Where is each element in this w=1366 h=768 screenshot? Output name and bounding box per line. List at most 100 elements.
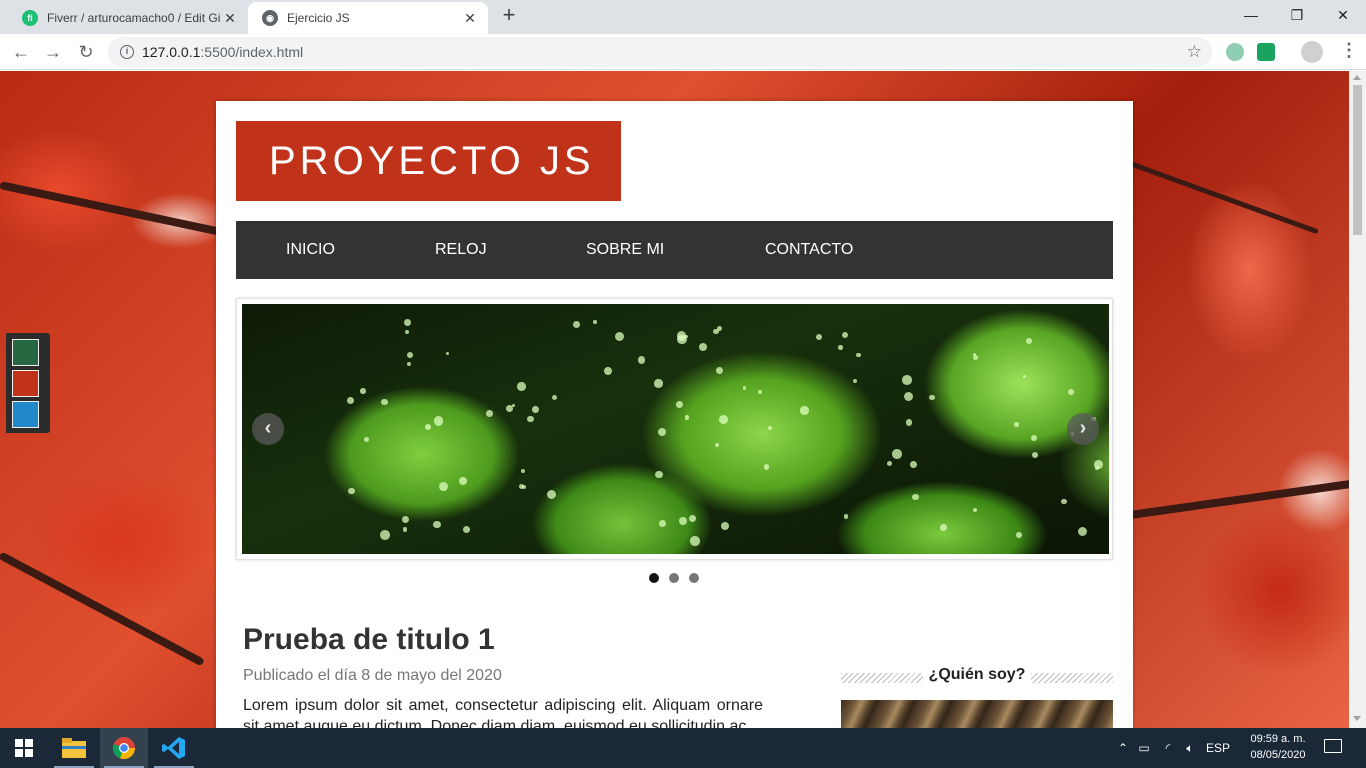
water-droplet (767, 426, 773, 431)
reload-icon[interactable]: ↻ (73, 39, 99, 65)
title-decoration (1031, 673, 1113, 683)
notifications-icon[interactable] (1324, 739, 1342, 753)
forward-arrow-icon[interactable]: → (40, 39, 66, 65)
minimize-button[interactable]: — (1228, 0, 1274, 30)
water-droplet (1060, 498, 1067, 505)
slider-dot[interactable] (689, 573, 699, 583)
water-droplet (886, 461, 892, 466)
sidebar-image (841, 700, 1113, 728)
water-droplet (433, 520, 442, 529)
slider-dot[interactable] (649, 573, 659, 583)
water-droplet (1077, 527, 1087, 537)
water-droplet (424, 423, 431, 430)
water-droplet (404, 318, 411, 326)
battery-icon[interactable]: ▭ (1131, 741, 1157, 755)
content-layout: PROYECTO JS INICIO RELOJ SOBRE MI CONTAC… (216, 101, 1133, 728)
water-droplet (655, 470, 663, 479)
theme-blue-button[interactable] (12, 401, 39, 428)
file-explorer-icon[interactable] (50, 728, 98, 768)
close-tab-icon[interactable]: ✕ (460, 10, 480, 27)
water-droplet (381, 398, 388, 406)
background-branch (0, 181, 226, 237)
menu-item-inicio[interactable]: INICIO (286, 221, 335, 279)
browser-toolbar: ← → ↻ i 127.0.0.1:5500/index.html ☆ ⋮ (0, 34, 1366, 70)
water-droplet (604, 367, 613, 376)
tab-title: Fiverr / arturocamacho0 / Edit Gi (47, 11, 220, 25)
wifi-icon[interactable]: ◜ (1157, 741, 1179, 755)
water-droplet (551, 395, 558, 401)
water-droplet (406, 351, 414, 358)
taskbar-clock[interactable]: 09:59 a. m. 08/05/2020 (1237, 731, 1319, 763)
back-arrow-icon[interactable]: ← (8, 39, 34, 65)
title-decoration (841, 673, 923, 683)
scroll-up-arrow-icon[interactable] (1353, 75, 1361, 80)
theme-red-button[interactable] (12, 370, 39, 397)
tab-ejercicio-js[interactable]: ◉ Ejercicio JS ✕ (248, 2, 488, 34)
water-droplet (843, 514, 849, 519)
slider-next-button[interactable]: › (1067, 413, 1099, 445)
water-droplet (973, 507, 978, 512)
article-title[interactable]: Prueba de titulo 1 (243, 623, 763, 657)
water-droplet (905, 418, 913, 426)
scrollbar-thumb[interactable] (1353, 85, 1362, 235)
water-droplet (505, 404, 514, 413)
language-indicator[interactable]: ESP (1201, 741, 1235, 755)
water-droplet (1013, 422, 1019, 427)
tab-fiverr[interactable]: fi Fiverr / arturocamacho0 / Edit Gi ✕ (8, 2, 248, 34)
chevron-up-icon[interactable]: ⌃ (1115, 741, 1131, 755)
water-droplet (404, 329, 410, 335)
water-droplet (698, 342, 708, 352)
water-droplet (615, 331, 625, 341)
sidebar-title-text: ¿Quién soy? (924, 666, 1030, 683)
water-droplet (718, 414, 728, 424)
extension-icon[interactable] (1226, 43, 1244, 61)
slider-prev-button[interactable]: ‹ (252, 413, 284, 445)
close-window-button[interactable]: ✕ (1320, 0, 1366, 30)
water-droplet (459, 476, 468, 485)
water-droplet (637, 356, 646, 364)
slider-pager (649, 573, 709, 583)
image-slider: ‹ › (236, 298, 1113, 560)
page-scrollbar[interactable] (1349, 71, 1366, 728)
article: Prueba de titulo 1 Publicado el día 8 de… (243, 623, 763, 728)
profile-avatar-icon[interactable] (1301, 41, 1323, 63)
shield-extension-icon[interactable] (1257, 43, 1275, 61)
windows-start-icon[interactable] (0, 728, 48, 768)
scroll-down-arrow-icon[interactable] (1353, 716, 1361, 721)
water-droplet (1026, 338, 1032, 344)
bookmark-star-icon[interactable]: ☆ (1187, 42, 1202, 62)
menu-kebab-icon[interactable]: ⋮ (1340, 40, 1358, 61)
water-droplet (757, 389, 762, 395)
water-droplet (364, 437, 369, 443)
article-date: Publicado el día 8 de mayo del 2020 (243, 667, 502, 684)
water-droplet (816, 333, 823, 340)
water-droplet (517, 382, 526, 391)
close-tab-icon[interactable]: ✕ (220, 10, 240, 27)
water-droplet (715, 366, 724, 375)
water-droplet (838, 345, 843, 350)
slider-dot[interactable] (669, 573, 679, 583)
water-droplet (407, 362, 412, 367)
new-tab-button[interactable]: + (497, 4, 521, 28)
background-branch (0, 551, 205, 667)
address-bar[interactable]: i 127.0.0.1:5500/index.html ☆ (108, 37, 1212, 67)
theme-green-button[interactable] (12, 339, 39, 366)
info-icon[interactable]: i (120, 45, 134, 59)
url-text[interactable]: 127.0.0.1:5500/index.html (142, 44, 1187, 60)
clock-time: 09:59 a. m. (1250, 733, 1306, 745)
restore-button[interactable]: ❐ (1274, 0, 1320, 30)
vscode-taskbar-icon[interactable] (150, 728, 198, 768)
main-menu: INICIO RELOJ SOBRE MI CONTACTO (236, 221, 1113, 279)
water-droplet (1023, 374, 1027, 378)
menu-item-contacto[interactable]: CONTACTO (765, 221, 853, 279)
water-droplet (688, 514, 696, 522)
menu-item-sobre-mi[interactable]: SOBRE MI (586, 221, 664, 279)
site-logo[interactable]: PROYECTO JS (236, 121, 621, 201)
water-droplet (438, 481, 448, 491)
volume-icon[interactable]: 🔈︎ (1179, 741, 1201, 756)
tab-title: Ejercicio JS (287, 11, 350, 25)
chrome-taskbar-icon[interactable] (100, 728, 148, 768)
water-droplet (684, 334, 688, 339)
water-droplet (690, 536, 700, 546)
menu-item-reloj[interactable]: RELOJ (435, 221, 487, 279)
